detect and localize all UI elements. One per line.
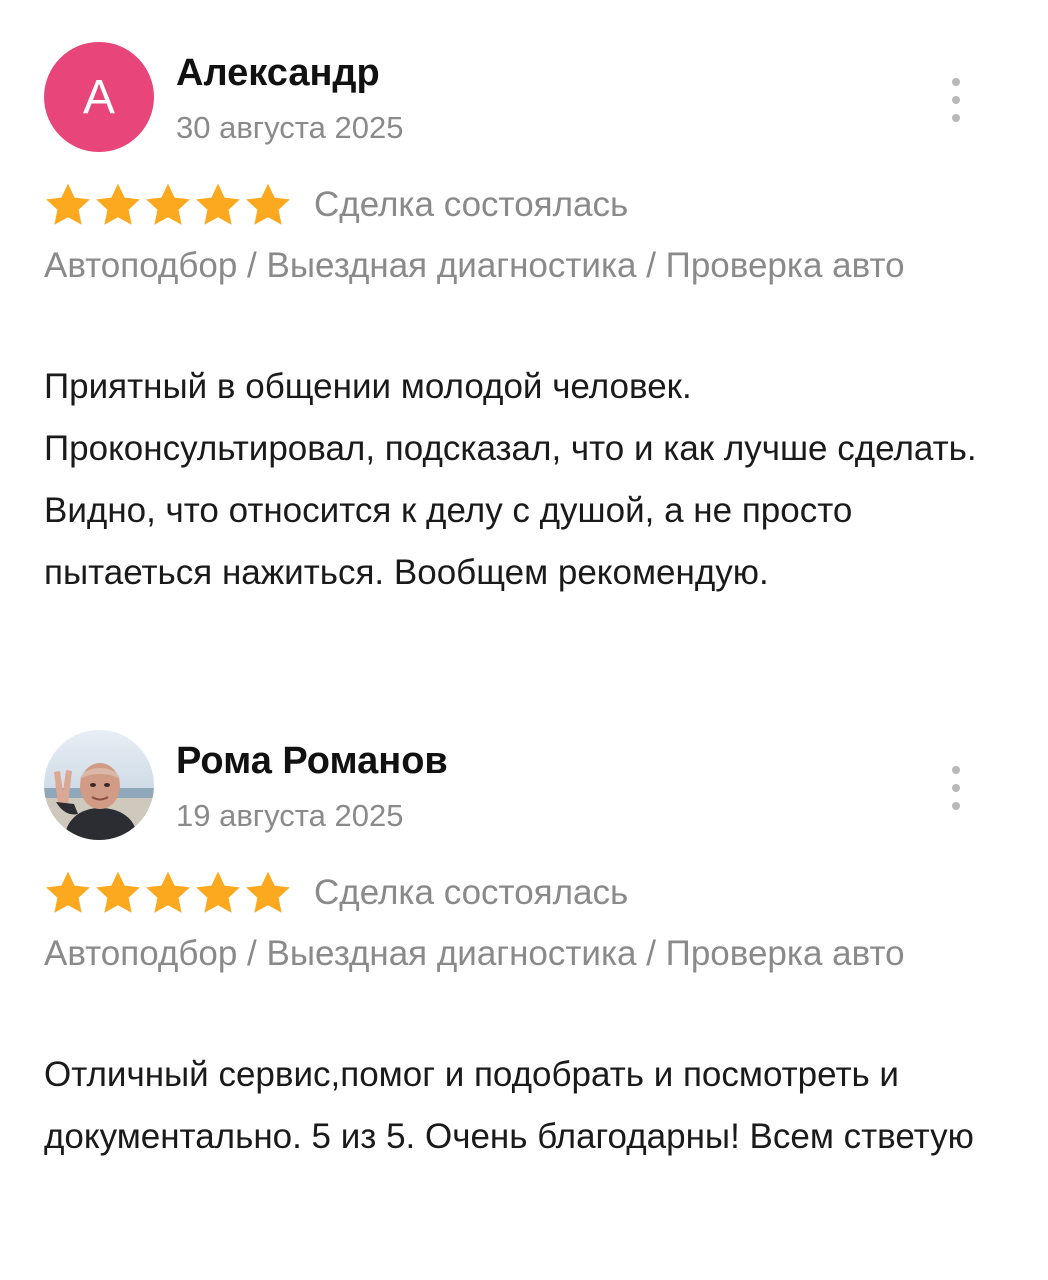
more-vertical-icon [952, 784, 960, 792]
rating-row: Сделка состоялась [44, 868, 628, 918]
avatar[interactable]: А [44, 42, 154, 152]
service-category: Автоподбор / Выездная диагностика / Пров… [44, 934, 905, 973]
star-icon [144, 182, 192, 228]
star-icon [194, 870, 242, 916]
review-text: Приятный в общении молодой человек. Прок… [44, 367, 977, 592]
service-category: Автоподбор / Выездная диагностика / Пров… [44, 246, 905, 285]
rating-stars [44, 182, 292, 228]
star-icon [44, 182, 92, 228]
more-vertical-icon [952, 114, 960, 122]
author-name: Александр [176, 52, 380, 94]
star-icon [194, 182, 242, 228]
deal-status: Сделка состоялась [314, 185, 629, 224]
review-date: 19 августа 2025 [176, 798, 404, 833]
author-name: Рома Романов [176, 740, 448, 782]
star-icon [144, 870, 192, 916]
star-icon [244, 182, 292, 228]
avatar[interactable] [44, 730, 154, 840]
star-icon [94, 870, 142, 916]
more-vertical-icon [952, 78, 960, 86]
more-vertical-icon [952, 766, 960, 774]
avatar-photo [44, 730, 154, 840]
more-vertical-icon [952, 96, 960, 104]
more-options-button[interactable] [940, 766, 972, 810]
rating-stars [44, 870, 292, 916]
more-options-button[interactable] [940, 78, 972, 122]
deal-status: Сделка состоялась [314, 873, 629, 912]
rating-row: Сделка состоялась [44, 180, 628, 230]
avatar-letter: А [82, 70, 115, 124]
star-icon [244, 870, 292, 916]
star-icon [94, 182, 142, 228]
review-date: 30 августа 2025 [176, 110, 404, 145]
more-vertical-icon [952, 802, 960, 810]
review-text: Отличный сервис,помог и подобрать и посм… [44, 1055, 974, 1156]
star-icon [44, 870, 92, 916]
